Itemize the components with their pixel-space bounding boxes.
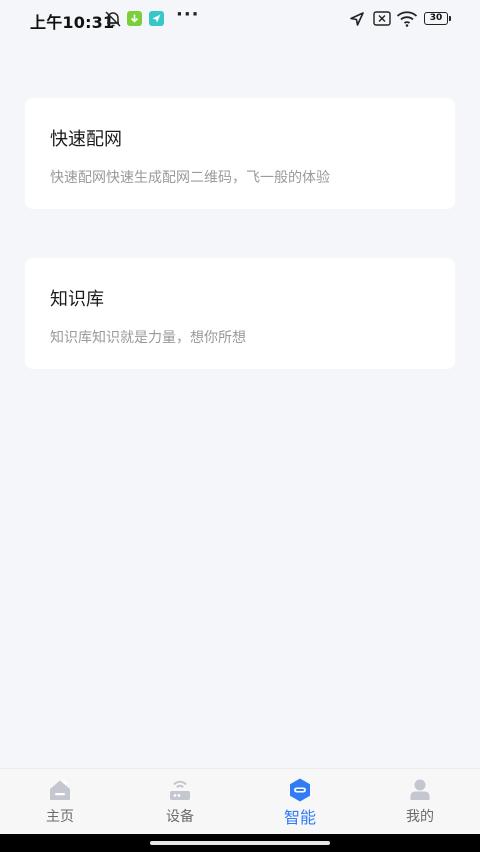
bell-muted-icon: [104, 10, 122, 32]
nav-label-smart: 智能: [283, 808, 316, 827]
wifi-icon: [396, 10, 418, 31]
smart-icon: [287, 777, 313, 803]
nav-label-home: 主页: [46, 809, 74, 825]
nav-label-devices: 设备: [166, 809, 194, 825]
download-app-icon: [127, 11, 142, 26]
no-sim-icon: [373, 11, 391, 30]
home-icon: [47, 777, 73, 803]
card-description: 知识库知识就是力量，想你所想: [50, 330, 246, 346]
nav-item-profile[interactable]: 我的: [360, 769, 480, 835]
system-gesture-area: [0, 834, 480, 852]
more-notifications-icon: ···: [176, 4, 200, 25]
card-description: 快速配网快速生成配网二维码，飞一般的体验: [50, 170, 330, 186]
profile-icon: [407, 777, 433, 803]
nav-item-smart[interactable]: 智能: [240, 769, 360, 835]
router-icon: [167, 777, 193, 803]
gesture-handle[interactable]: [150, 841, 330, 845]
nav-item-devices[interactable]: 设备: [120, 769, 240, 835]
location-icon: [349, 11, 365, 31]
quick-network-card[interactable]: 快速配网 快速配网快速生成配网二维码，飞一般的体验: [25, 98, 455, 209]
status-bar: 上午10:31 ··· 30: [0, 0, 480, 40]
bottom-nav: 主页 设备 智能 我的: [0, 768, 480, 835]
card-title: 快速配网: [50, 129, 122, 150]
nav-label-profile: 我的: [406, 809, 434, 825]
knowledge-base-card[interactable]: 知识库 知识库知识就是力量，想你所想: [25, 258, 455, 369]
send-app-icon: [149, 11, 164, 26]
nav-item-home[interactable]: 主页: [0, 769, 120, 835]
battery-indicator: 30: [424, 12, 451, 25]
card-title: 知识库: [50, 289, 104, 310]
status-time: 上午10:31: [30, 13, 115, 32]
